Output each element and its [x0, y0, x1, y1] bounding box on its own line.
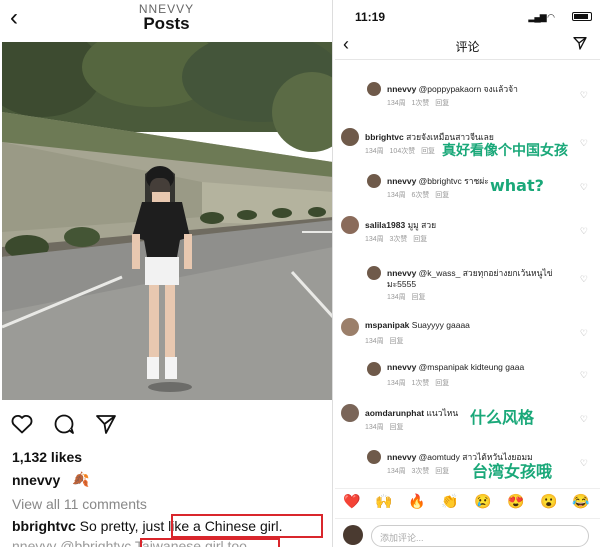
comment-meta: 134周 回复: [365, 424, 404, 431]
emoji-fire[interactable]: 🔥: [408, 493, 425, 510]
view-all-comments-link[interactable]: View all 11 comments: [12, 496, 147, 512]
likes-count[interactable]: 1,132 likes: [12, 449, 82, 465]
like-heart-icon[interactable]: ♡: [580, 458, 588, 469]
comment-meta: 134周 3次赞 回复: [365, 236, 428, 243]
comment-meta: 134周 回复: [365, 338, 404, 345]
post-photo[interactable]: [2, 42, 332, 400]
annotation-label: 真好看像个中国女孩: [442, 143, 568, 159]
signal-icon: ▂▄▆ ◠: [528, 12, 555, 22]
caption-username[interactable]: nnevvy: [12, 472, 60, 488]
comment-text: nnevvy @poppypakaorn จงแล้วจ้า: [387, 84, 518, 94]
like-heart-icon[interactable]: ♡: [580, 90, 588, 101]
comment-icon[interactable]: [52, 412, 76, 441]
comment-input-row: 添加评论...: [335, 518, 600, 547]
avatar[interactable]: [341, 318, 359, 336]
comment-text: aomdarunphat แนวไหน: [365, 408, 459, 418]
page-title: 评论: [455, 40, 480, 54]
avatar[interactable]: [367, 266, 381, 280]
comments-nav: ‹ 评论: [335, 30, 600, 60]
comment-author[interactable]: bbrightvc: [12, 518, 76, 534]
status-bar: 11:19 ▂▄▆ ◠: [335, 0, 600, 30]
comment-meta: 134周 1次赞 回复: [387, 100, 450, 107]
highlight-box: [171, 514, 323, 538]
like-heart-icon[interactable]: ♡: [580, 138, 588, 149]
caption-emoji: 🍂: [72, 471, 90, 487]
my-avatar: [343, 525, 363, 545]
avatar[interactable]: [367, 450, 381, 464]
comment-meta: 134周 6次赞 回复: [387, 192, 450, 199]
avatar[interactable]: [341, 128, 359, 146]
annotation-label: what?: [490, 176, 544, 195]
comment-input[interactable]: 添加评论...: [371, 525, 589, 547]
emoji-cry[interactable]: 😢: [474, 493, 491, 510]
quick-emoji-bar: ❤️ 🙌 🔥 👏 😢 😍 😮 😂: [335, 488, 600, 516]
comment-text: nnevvy @bbrightvc ราชผ่ะ: [387, 176, 489, 186]
comment-meta: 134周 3次赞 回复: [387, 468, 450, 475]
share-icon[interactable]: [94, 412, 118, 441]
avatar[interactable]: [341, 404, 359, 422]
avatar[interactable]: [367, 82, 381, 96]
comment-text: nnevvy @mspanipak kidteung gaaa: [387, 362, 525, 372]
like-heart-icon[interactable]: ♡: [580, 274, 588, 285]
emoji-laughing[interactable]: 😂: [572, 493, 589, 510]
comment-text: salila1983 มูมู สวย: [365, 220, 437, 230]
send-icon[interactable]: [572, 35, 588, 55]
like-heart-icon[interactable]: ♡: [580, 414, 588, 425]
comment-meta: 134周 104次赞 回复: [365, 148, 436, 155]
like-heart-icon[interactable]: ♡: [580, 182, 588, 193]
like-heart-icon[interactable]: ♡: [580, 226, 588, 237]
annotation-label: 什么风格: [470, 408, 535, 427]
page-title: Posts: [143, 14, 190, 33]
like-heart-icon[interactable]: ♡: [580, 370, 588, 381]
battery-icon: [572, 12, 592, 21]
emoji-heart[interactable]: ❤️: [343, 493, 360, 510]
highlight-box: [140, 538, 280, 547]
avatar[interactable]: [341, 216, 359, 234]
avatar[interactable]: [367, 362, 381, 376]
comment-meta: 134周 回复: [387, 294, 426, 301]
status-time: 11:19: [355, 10, 386, 24]
emoji-raised-hands[interactable]: 🙌: [375, 493, 392, 510]
annotation-label: 台湾女孩哦: [472, 462, 553, 481]
comment-text: mspanipak Suayyyy gaaaa: [365, 320, 470, 330]
comments-screen: 11:19 ▂▄▆ ◠ ‹ 评论 nnevvy @poppypakaorn จง…: [335, 0, 600, 547]
like-heart-icon[interactable]: ♡: [580, 328, 588, 339]
comment-text-continued: มะ5555: [387, 279, 417, 289]
comment-meta: 134周 1次赞 回复: [387, 380, 450, 387]
emoji-heart-eyes[interactable]: 😍: [507, 493, 524, 510]
instagram-post-panel: ‹ NNEVVY Posts 1,132 likes nnevvy 🍂 View…: [0, 0, 333, 547]
heart-icon[interactable]: [10, 412, 34, 441]
post-photo-illustration: [2, 42, 332, 400]
emoji-clap[interactable]: 👏: [441, 493, 458, 510]
avatar[interactable]: [367, 174, 381, 188]
post-header: ‹ NNEVVY Posts: [0, 0, 332, 40]
emoji-surprised[interactable]: 😮: [540, 493, 557, 510]
